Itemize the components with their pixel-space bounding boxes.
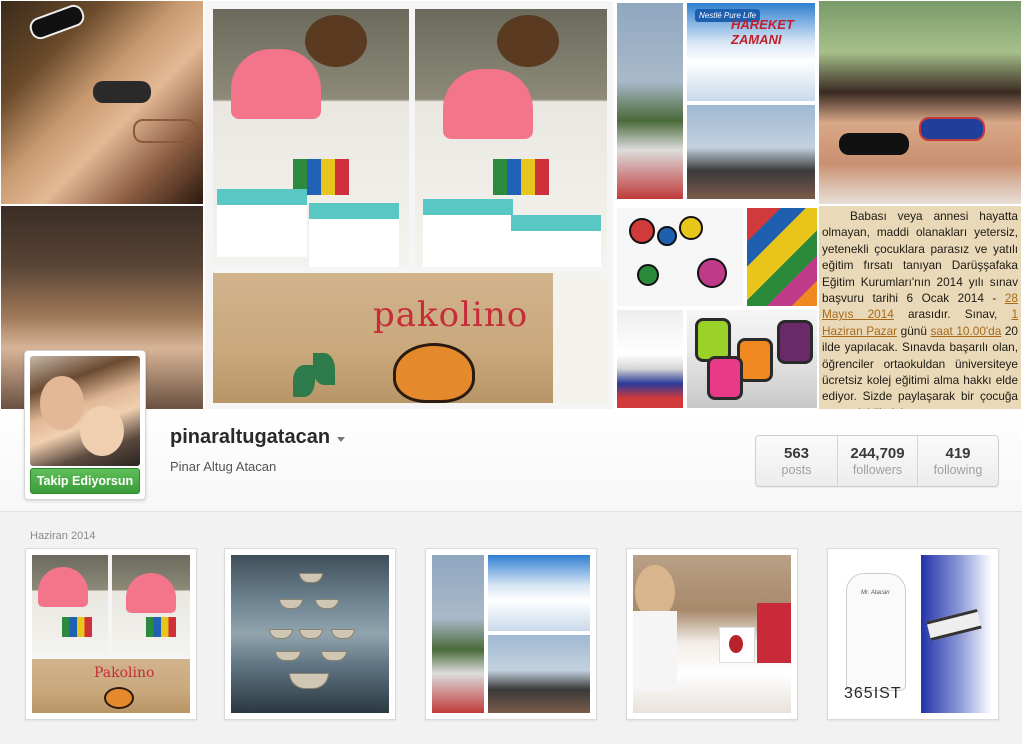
thumbnail-image: Pakolino xyxy=(32,555,190,713)
feed-section-heading: Haziran 2014 xyxy=(30,530,96,542)
feed-thumbnail[interactable]: Pakolino xyxy=(25,548,197,720)
tiger-logo-icon xyxy=(393,343,475,403)
username-row: pinaraltugatacan xyxy=(170,426,346,449)
profile-header-collage: pakolino Nestlé Pure Life HAREKET ZAMANI xyxy=(0,0,1022,410)
feed-thumbnail[interactable] xyxy=(626,548,798,720)
brand-logo-text: 365IST xyxy=(844,685,902,702)
collage-photo-craft-supplies xyxy=(614,205,818,410)
avatar[interactable] xyxy=(30,356,140,466)
stat-followers-label: followers xyxy=(852,463,903,477)
thumbnail-image xyxy=(231,555,389,713)
feed-thumbnail[interactable] xyxy=(425,548,597,720)
username: pinaraltugatacan xyxy=(170,426,331,448)
profile-avatar-card: Takip Ediyorsun xyxy=(24,350,146,500)
stat-followers-value: 244,709 xyxy=(850,445,905,462)
collage-photo-pakolino-activity: pakolino xyxy=(204,0,614,410)
profile-stats: 563 posts 244,709 followers 419 followin… xyxy=(755,435,999,487)
feed-thumbnail[interactable]: Mr. Atacan 365IST xyxy=(827,548,999,720)
stat-posts[interactable]: 563 posts xyxy=(756,436,838,486)
profile-bar: Takip Ediyorsun pinaraltugatacan Pinar A… xyxy=(0,350,1022,512)
stat-following-label: following xyxy=(933,463,983,477)
pakolino-box-label: pakolino xyxy=(373,295,529,335)
notice-text: Babası veya annesi hayatta olmayan, madd… xyxy=(822,209,1018,409)
stat-posts-value: 563 xyxy=(783,445,810,462)
thumbnail-image xyxy=(633,555,791,713)
stat-following[interactable]: 419 following xyxy=(918,436,998,486)
chevron-down-icon[interactable] xyxy=(337,437,346,442)
stat-posts-label: posts xyxy=(781,463,812,477)
robe-graphic: Mr. Atacan xyxy=(846,573,906,691)
thumbnail-image: Mr. Atacan 365IST xyxy=(834,555,992,713)
collage-photo-hareket-zamani-event: Nestlé Pure Life HAREKET ZAMANI xyxy=(614,0,818,205)
stat-followers[interactable]: 244,709 followers xyxy=(838,436,918,486)
collage-photo-selfie-sunglasses xyxy=(818,0,1022,205)
following-button[interactable]: Takip Ediyorsun xyxy=(30,468,140,494)
thumbnail-image xyxy=(432,555,590,713)
collage-darussafaka-notice: Babası veya annesi hayatta olmayan, madd… xyxy=(818,205,1022,410)
feed-thumbnail[interactable] xyxy=(224,548,396,720)
stat-following-value: 419 xyxy=(945,445,971,462)
full-name: Pinar Altug Atacan xyxy=(170,459,277,474)
collage-photo-selfie-three-women xyxy=(0,0,204,205)
